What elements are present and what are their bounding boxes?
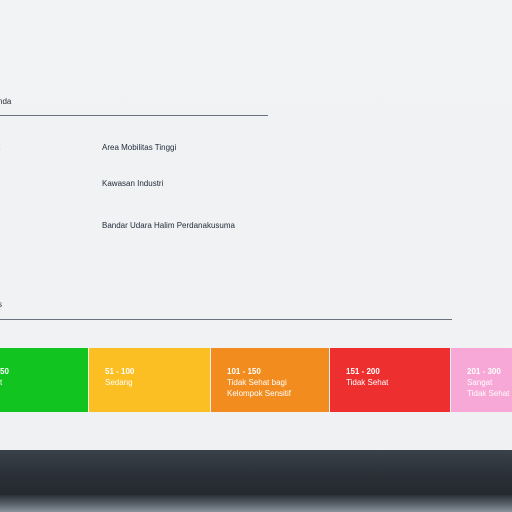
aqi-legend: 50 t 51 - 100 Sedang 101 - 150 Tidak Seh… [0, 348, 512, 412]
row-value-area-mobilitas: Area Mobilitas Tinggi [102, 143, 177, 152]
screen: nda t Area Mobilitas Tinggi Kawasan Indu… [0, 0, 512, 450]
section-title-category: s [0, 300, 2, 309]
legend-sedang: 51 - 100 Sedang [89, 348, 210, 412]
legend-sangat-tidak-sehat: 201 - 300 Sangat Tidak Sehat [451, 348, 512, 412]
legend-sangat-label: Sangat Tidak Sehat [467, 378, 510, 398]
row-value-bandar-udara: Bandar Udara Halim Perdanakusuma [102, 221, 235, 230]
monitor-edge [0, 495, 512, 512]
legend-sensitif-range: 101 - 150 [227, 367, 261, 376]
legend-tidak-sehat-range: 151 - 200 [346, 367, 380, 376]
section-divider-category [0, 319, 452, 320]
legend-tidak-sehat-sensitif: 101 - 150 Tidak Sehat bagi Kelompok Sens… [211, 348, 329, 412]
section-divider-location [0, 115, 268, 116]
section-title-location: nda [0, 97, 12, 106]
legend-tidak-sehat: 151 - 200 Tidak Sehat [330, 348, 450, 412]
legend-sedang-range: 51 - 100 [105, 367, 135, 376]
legend-baik-label: t [0, 378, 3, 387]
legend-tidak-sehat-label: Tidak Sehat [346, 378, 389, 387]
legend-baik-range: 50 [0, 367, 9, 376]
legend-sensitif-label: Tidak Sehat bagi Kelompok Sensitif [227, 378, 292, 398]
row-value-kawasan-industri: Kawasan Industri [102, 179, 164, 188]
legend-sedang-label: Sedang [105, 378, 133, 387]
legend-sangat-range: 201 - 300 [467, 367, 501, 376]
legend-baik: 50 t [0, 348, 88, 412]
